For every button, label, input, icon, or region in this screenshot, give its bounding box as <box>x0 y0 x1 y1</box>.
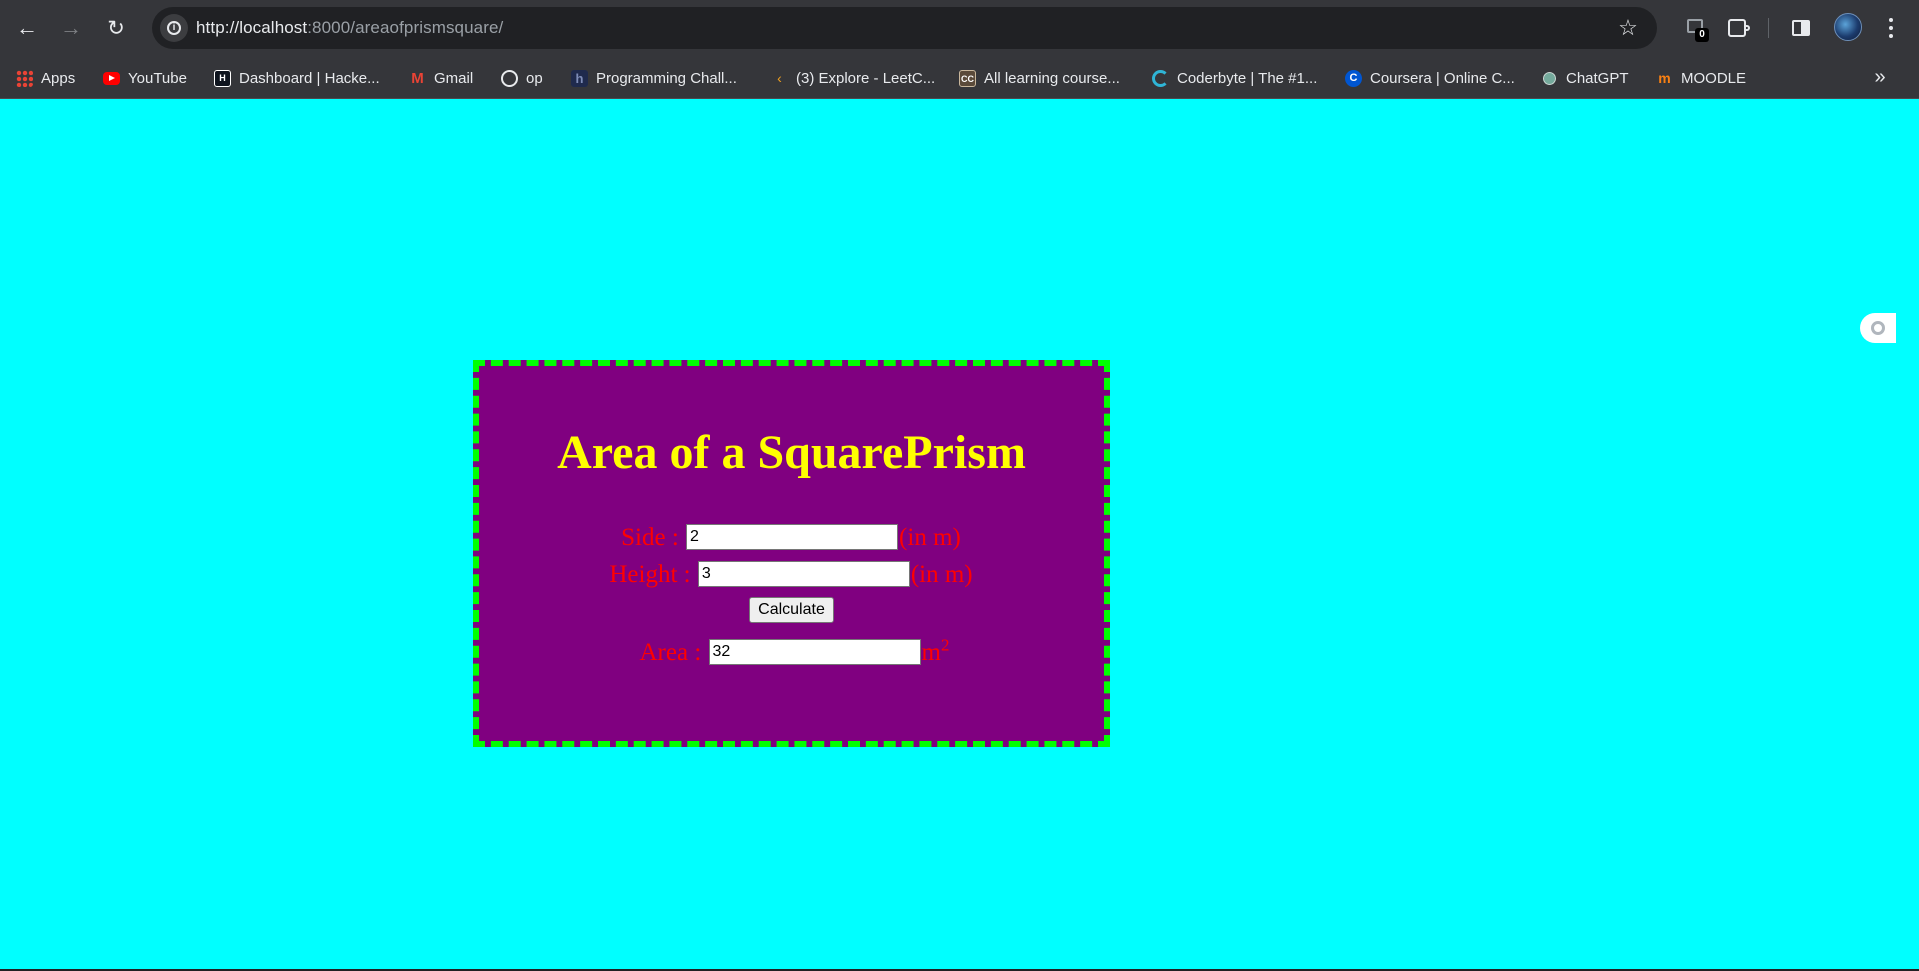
bookmark-label: ChatGPT <box>1566 69 1629 87</box>
browser-toolbar: ← → ↻ i http://localhost:8000/areaofpris… <box>0 0 1919 57</box>
area-unit-exponent: 2 <box>940 635 950 655</box>
h-icon: h <box>571 69 588 87</box>
bookmark-label: Gmail <box>434 69 474 87</box>
height-row: Height : (in m) <box>478 561 1104 587</box>
forward-arrow-icon[interactable]: → <box>55 12 87 44</box>
bookmark-label: MOODLE <box>1681 69 1747 87</box>
toolbar-separator <box>1768 18 1769 38</box>
bookmark-coursera[interactable]: C Coursera | Online C... <box>1345 57 1515 99</box>
bookmark-gmail[interactable]: M Gmail <box>409 57 473 99</box>
url-path: :8000/areaofprismsquare/ <box>307 18 504 37</box>
gmail-icon: M <box>411 69 424 87</box>
area-unit: m2 <box>921 636 950 666</box>
extension-badge-icon[interactable]: 0 <box>1687 17 1709 42</box>
bookmark-label: Apps <box>41 69 76 87</box>
height-label: Height : <box>609 560 691 588</box>
bookmark-programming-challenges[interactable]: h Programming Chall... <box>571 57 737 99</box>
coderbyte-icon <box>1152 69 1169 87</box>
bookmark-coderbyte[interactable]: Coderbyte | The #1... <box>1152 57 1317 99</box>
back-arrow-icon[interactable]: ← <box>11 12 43 44</box>
url-text[interactable]: http://localhost:8000/areaofprismsquare/ <box>196 7 503 49</box>
leetcode-icon: ‹ <box>777 69 782 86</box>
address-bar[interactable]: i http://localhost:8000/areaofprismsquar… <box>152 7 1657 49</box>
bookmark-label: All learning course... <box>984 69 1120 87</box>
bookmark-learning-courses[interactable]: CC All learning course... <box>959 57 1120 99</box>
bookmark-leetcode[interactable]: ‹ (3) Explore - LeetC... <box>771 57 935 99</box>
area-unit-base: m <box>921 638 941 666</box>
moodle-icon: m <box>1658 69 1671 86</box>
globe-icon <box>501 69 518 87</box>
coursera-icon: C <box>1345 69 1362 87</box>
url-host: http://localhost <box>196 18 308 37</box>
extension-badge-count: 0 <box>1695 28 1709 42</box>
side-unit: (in m) <box>899 523 961 551</box>
apps-grid-icon <box>16 69 33 87</box>
bookmarks-bar: Apps YouTube H Dashboard | Hacke... M Gm… <box>0 57 1919 99</box>
chatgpt-icon <box>1541 69 1558 87</box>
bookmark-label: YouTube <box>128 69 187 87</box>
bookmark-label: (3) Explore - LeetC... <box>796 69 936 87</box>
bookmark-label: Coursera | Online C... <box>1370 69 1515 87</box>
area-label: Area : <box>639 638 702 666</box>
bookmark-star-icon[interactable]: ☆ <box>1615 15 1641 41</box>
bookmark-label: Dashboard | Hacke... <box>239 69 380 87</box>
side-panel-icon[interactable] <box>1786 13 1816 43</box>
bookmark-chatgpt[interactable]: ChatGPT <box>1541 57 1629 99</box>
page-title: Area of a SquarePrism <box>557 426 1026 479</box>
bookmark-label: Programming Chall... <box>596 69 737 87</box>
bookmark-moodle[interactable]: m MOODLE <box>1656 57 1746 99</box>
youtube-icon <box>103 71 120 85</box>
side-label: Side : <box>621 523 679 551</box>
bookmark-label: op <box>526 69 543 87</box>
bookmark-hackerrank[interactable]: H Dashboard | Hacke... <box>214 57 380 99</box>
calculate-button[interactable]: Calculate <box>749 597 834 623</box>
chrome-menu-icon[interactable] <box>1880 14 1902 42</box>
height-input[interactable] <box>697 561 910 587</box>
calculate-row: Calculate <box>479 597 1104 623</box>
bookmark-op[interactable]: op <box>501 57 543 99</box>
extensions-puzzle-icon[interactable] <box>1722 13 1752 43</box>
profile-avatar[interactable] <box>1834 13 1862 41</box>
bookmark-apps[interactable]: Apps <box>16 57 75 99</box>
hackerrank-icon: H <box>214 69 231 87</box>
reload-icon[interactable]: ↻ <box>100 12 132 44</box>
calculator-card: Area of a SquarePrism Side : (in m) Heig… <box>473 360 1110 747</box>
site-info-icon[interactable]: i <box>160 14 188 42</box>
height-unit: (in m) <box>910 560 973 588</box>
bookmarks-overflow-chevron-icon[interactable]: » <box>1868 57 1892 99</box>
area-row: Area : m2 <box>485 636 1104 666</box>
side-input[interactable] <box>686 524 899 550</box>
floating-side-widget-icon[interactable] <box>1860 313 1896 343</box>
bookmark-label: Coderbyte | The #1... <box>1177 69 1318 87</box>
area-output[interactable] <box>708 639 921 665</box>
side-row: Side : (in m) <box>478 524 1104 550</box>
bookmark-youtube[interactable]: YouTube <box>103 57 187 99</box>
cc-icon: CC <box>959 69 976 87</box>
